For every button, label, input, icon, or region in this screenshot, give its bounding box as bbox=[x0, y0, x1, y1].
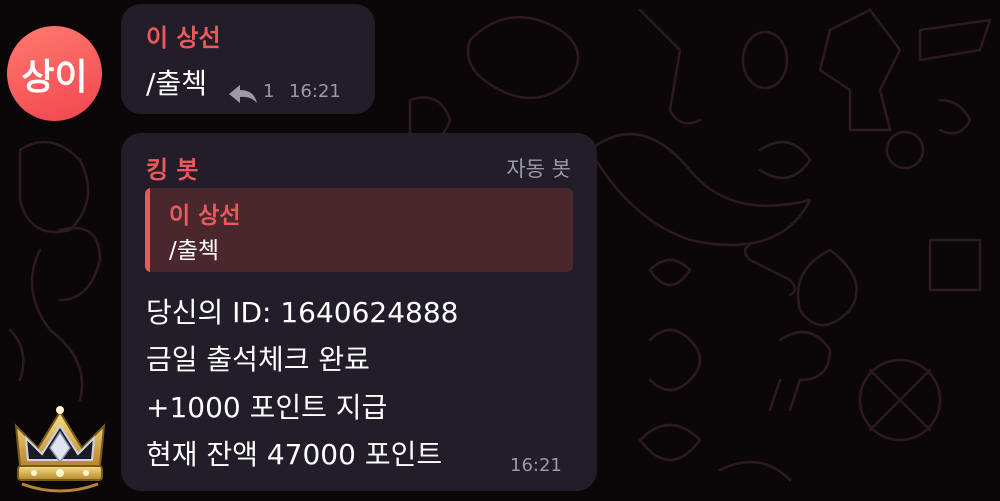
reply-arrow-icon[interactable] bbox=[227, 83, 259, 105]
avatar-initials: 상이 bbox=[21, 56, 88, 98]
message-line: 금일 출석체크 완료 bbox=[146, 343, 370, 376]
message-time: 16:21 bbox=[510, 455, 562, 476]
sender-name[interactable]: 킹 봇 bbox=[146, 150, 199, 185]
message-bubble[interactable]: 킹 봇 자동 봇 이 상선 /출첵 당신의 ID: 1640624888 금일 … bbox=[121, 133, 597, 491]
bot-tag: 자동 봇 bbox=[506, 157, 571, 181]
message-bubble[interactable]: 이 상선 /출첵 1 16:21 bbox=[121, 4, 375, 114]
quote-bar bbox=[145, 188, 150, 272]
sender-name[interactable]: 이 상선 bbox=[146, 18, 221, 53]
quote-text: /출첵 bbox=[169, 238, 220, 264]
message-text: /출첵 bbox=[146, 67, 207, 100]
reply-count[interactable]: 1 bbox=[263, 81, 274, 102]
avatar[interactable]: 상이 bbox=[7, 26, 102, 121]
message-time: 16:21 bbox=[289, 81, 341, 102]
message-line: +1000 포인트 지급 bbox=[146, 391, 388, 424]
crown-avatar-icon[interactable] bbox=[12, 404, 108, 496]
message-line: 당신의 ID: 1640624888 bbox=[146, 296, 459, 329]
message-line: 현재 잔액 47000 포인트 bbox=[146, 438, 443, 471]
quote-sender: 이 상선 bbox=[169, 203, 241, 229]
reply-quote[interactable]: 이 상선 /출첵 bbox=[145, 188, 573, 272]
